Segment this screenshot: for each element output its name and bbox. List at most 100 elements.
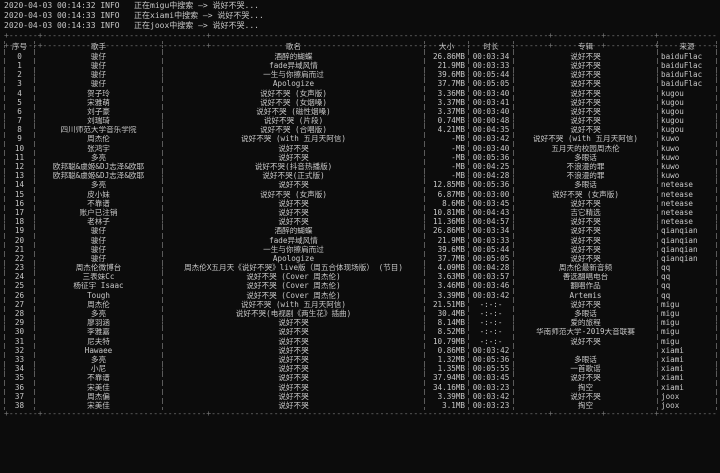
cell-singer: 皮小妹 — [34, 189, 163, 199]
cell-duration: 00:04:57 — [468, 217, 514, 227]
cell-song: 说好不哭 (女声版) — [162, 189, 425, 199]
cell-size: 3.39MB — [424, 391, 469, 402]
cell-singer: 小尼 — [34, 364, 163, 374]
cell-index: 34 — [4, 364, 35, 374]
cell-size: 8.14MB — [424, 318, 469, 328]
cell-index: 35 — [4, 373, 35, 383]
cell-album: 华南师范大学-2019大音联赛 — [513, 327, 658, 337]
cell-duration: 00:03:45 — [468, 373, 514, 383]
cell-source: baiduFlac — [657, 70, 717, 80]
cell-song: 说好不哭 — [162, 336, 425, 346]
table-row: 35 不靠谱 说好不哭 37.94MB 00:03:45 说好不哭 xiami — [4, 373, 717, 383]
cell-singer: Tough — [34, 290, 163, 301]
cell-size: 21.9MB — [424, 61, 469, 71]
table-row: 24 三表妹Cc 说好不哭 (Cover 周杰伦) 3.63MB 00:03:57 善选翻… — [4, 272, 717, 282]
cell-album: 说好不哭 — [513, 254, 658, 264]
cell-singer: 张鸿宇 — [34, 143, 163, 154]
cell-duration: 00:03:23 — [468, 401, 514, 411]
cell-singer: 骏仔 — [34, 79, 163, 89]
table-row: 15 皮小妹 说好不哭 (女声版) 6.87MB 00:03:00 说好不哭 (女声版) n… — [4, 189, 717, 199]
log-message: 正在joox中搜索 —> 说好不哭... — [134, 21, 259, 30]
table-row: 28 多亮 说好不哭(电视剧《两生花》插曲) 30.4MB -:-:- 多眼话 migu — [4, 309, 717, 319]
cell-duration: 00:04:43 — [468, 208, 514, 218]
cell-album: 不浪漫的罪 — [513, 162, 658, 172]
log-message: 正在xiami中搜索 —> 说好不哭... — [134, 11, 264, 20]
cell-duration: 00:05:36 — [468, 153, 514, 163]
cell-source: qianqian — [657, 235, 717, 245]
cell-duration: 00:03:23 — [468, 382, 514, 392]
cell-album: 多眼话 — [513, 180, 658, 190]
cell-song: 说好不哭 — [162, 327, 425, 337]
table-row: 9 周杰伦 说好不哭 (with 五月天阿信) -MB 00:03:42 说好不哭 (wi… — [4, 134, 717, 144]
cell-index: 31 — [4, 336, 35, 346]
cell-singer: 周杰偏 — [34, 391, 163, 402]
cell-index: 26 — [4, 290, 35, 301]
cell-size: -MB — [424, 162, 469, 172]
cell-album: 说好不哭 — [513, 70, 658, 80]
table-row: 20 骏仔 fade异域风情 21.9MB 00:03:33 说好不哭 qianqian — [4, 235, 717, 245]
cell-album: 说好不哭 — [513, 52, 658, 62]
log-timestamp: 2020-04-03 00:14:32 INFO — [4, 1, 120, 10]
cell-album: 一首歌谣 — [513, 364, 658, 374]
cell-index: 18 — [4, 217, 35, 227]
cell-index: 21 — [4, 244, 35, 255]
cell-song: 说好不哭 — [162, 346, 425, 356]
cell-index: 24 — [4, 272, 35, 282]
cell-album: 爱的旅程 — [513, 318, 658, 328]
cell-index: 17 — [4, 208, 35, 218]
cell-duration: 00:03:45 — [468, 199, 514, 209]
cell-size: 34.16MB — [424, 382, 469, 392]
table-row: 7 刘瑞琦 说好不哭 (片段) 0.74MB 00:00:48 说好不哭 kugou — [4, 116, 717, 126]
cell-duration: 00:04:28 — [468, 263, 514, 273]
cell-singer: 欧邦聪&虞姬&DJ志泽&欧耶 — [34, 171, 163, 181]
cell-album: 说好不哭 — [513, 107, 658, 117]
cell-size: 37.94MB — [424, 373, 469, 383]
cell-source: joox — [657, 401, 717, 411]
cell-source: migu — [657, 336, 717, 346]
cell-album: 说好不哭 — [513, 244, 658, 255]
cell-album: 说好不哭 — [513, 125, 658, 135]
cell-duration: -:-:- — [468, 309, 514, 319]
table-row: 6 刘子豪 说好不哭 (磁性烟嗓) 3.37MB 00:03:40 说好不哭 kugou — [4, 107, 717, 117]
cell-duration: 00:03:42 — [468, 391, 514, 402]
cell-index: 22 — [4, 254, 35, 264]
table-row: 1 骏仔 fade异域风情 21.9MB 00:03:33 说好不哭 baiduFlac — [4, 61, 717, 71]
table-row: 14 多亮 说好不哭 12.85MB 00:05:36 多眼话 netease — [4, 180, 717, 190]
cell-duration: 00:03:42 — [468, 290, 514, 301]
table-row: 23 周杰伦微博台 周杰伦X五月天《说好不哭》live版（周五合体现场版） (节目)… — [4, 263, 717, 273]
cell-singer: 骏仔 — [34, 61, 163, 71]
cell-source: netease — [657, 217, 717, 227]
cell-album: 说好不哭 — [513, 391, 658, 402]
cell-song: 说好不哭 (Cover 周杰伦) — [162, 272, 425, 282]
cell-singer: 老林子 — [34, 217, 163, 227]
cell-album: 多眼话 — [513, 153, 658, 163]
cell-song: 说好不哭 — [162, 318, 425, 328]
cell-index: 15 — [4, 189, 35, 199]
cell-index: 3 — [4, 79, 35, 89]
cell-index: 4 — [4, 88, 35, 98]
table-row: 5 宋雅萌 说好不哭 (女烟嗓) 3.37MB 00:03:41 说好不哭 kugou — [4, 97, 717, 108]
cell-source: qq — [657, 281, 717, 291]
cell-duration: 00:05:44 — [468, 70, 514, 80]
cell-size: 3.37MB — [424, 107, 469, 117]
cell-duration: 00:03:40 — [468, 143, 514, 154]
table-row: 8 四川师范大学音乐学院 说好不哭 (合唱版) 4.21MB 00:04:35 说好不哭 k… — [4, 125, 717, 135]
cell-source: kuwo — [657, 153, 717, 163]
cell-singer: 多亮 — [34, 153, 163, 163]
cell-size: 26.86MB — [424, 52, 469, 62]
cell-singer: 不靠谱 — [34, 373, 163, 383]
cell-album: 说好不哭 — [513, 373, 658, 383]
cell-album: 善选翻唱电台 — [513, 272, 658, 282]
cell-source: qianqian — [657, 254, 717, 264]
cell-source: xiami — [657, 373, 717, 383]
cell-size: 8.6MB — [424, 199, 469, 209]
cell-song: 说好不哭 (片段) — [162, 116, 425, 126]
cell-size: 3.37MB — [424, 97, 469, 108]
cell-size: 21.51MB — [424, 300, 469, 310]
cell-singer: 三表妹Cc — [34, 272, 163, 282]
cell-song: 说好不哭(正式版) — [162, 171, 425, 181]
cell-song: 说好不哭 — [162, 373, 425, 383]
cell-index: 20 — [4, 235, 35, 245]
table-row: 27 周杰伦 说好不哭 (with 五月天阿信) 21.51MB -:-:- 说好不哭 mi… — [4, 300, 717, 310]
cell-index: 12 — [4, 162, 35, 172]
